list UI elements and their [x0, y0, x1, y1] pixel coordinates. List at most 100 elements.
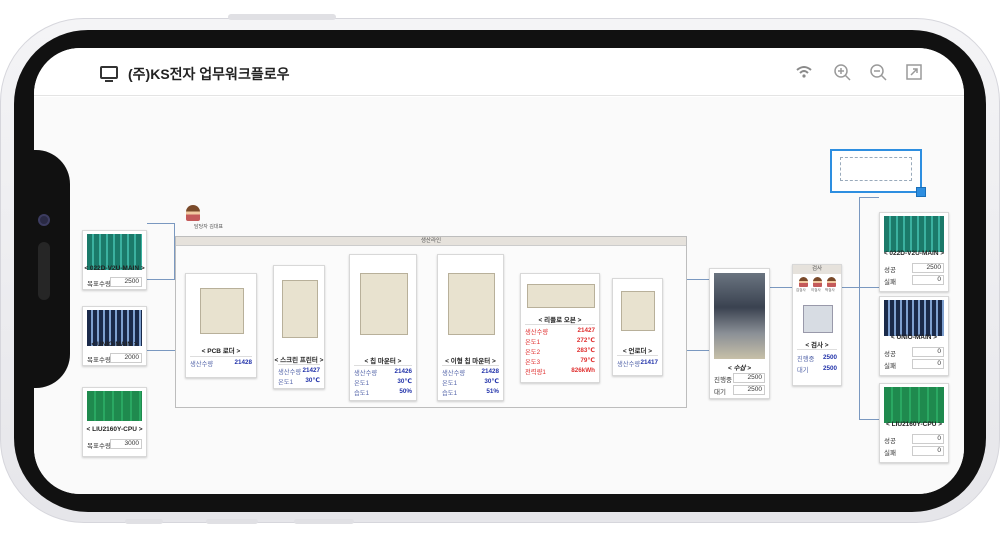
output-card-liu2160y[interactable]: < LIU2160Y-CPU > 성공 0 실패 0	[879, 383, 949, 463]
input-card-022d[interactable]: < 022D-V2U-MAIN > 목표수량 2500	[82, 230, 147, 290]
stat-key: 습도1	[354, 390, 370, 397]
stat-row: 대기 2500	[714, 385, 765, 396]
stat-row: 습도1 50%	[354, 388, 412, 397]
inspector-avatar[interactable]	[827, 277, 836, 287]
machine-reflow-oven[interactable]: < 리플로 오븐 > 생산수량 21427 온도1 272℃ 온도2 283℃ 온도3…	[520, 273, 600, 383]
row-key: 성공	[884, 438, 896, 445]
divider	[354, 365, 412, 366]
row-key: 실패	[884, 279, 896, 286]
connector-line	[770, 287, 792, 288]
stat-value: 51%	[486, 388, 499, 395]
stat-key: 대기	[714, 389, 726, 396]
stat-row: 생산수량 21428	[190, 359, 252, 368]
inspection-station[interactable]: 검사 김검사 이검사 박검사 < 검사 > 진행중 2500 대기 2500	[792, 264, 842, 386]
expand-icon[interactable]	[904, 62, 924, 82]
row-key: 목표수량	[87, 281, 111, 288]
camera-icon	[38, 214, 50, 226]
machine-label: < 언로더 >	[622, 348, 653, 355]
side-button	[294, 519, 354, 524]
stat-row: 온도1 30℃	[278, 377, 320, 386]
target-row: 목표수량 2500	[87, 277, 142, 288]
minimap-viewport[interactable]	[830, 149, 926, 197]
machine-image	[448, 273, 495, 335]
machine-image	[200, 288, 244, 334]
machine-pcb-loader[interactable]: < PCB 로더 > 생산수량 21428	[185, 273, 257, 378]
row-value: 2500	[110, 277, 142, 287]
stat-key: 생산수량	[278, 369, 302, 376]
zoom-in-icon[interactable]	[832, 62, 852, 82]
row-key: 성공	[884, 267, 896, 274]
stat-row: 습도1 51%	[442, 388, 499, 397]
row-key: 실패	[884, 363, 896, 370]
row-value: 0	[912, 275, 944, 285]
station-label: < 수삽 >	[727, 365, 752, 372]
result-row: 성공 2500	[884, 263, 944, 274]
pcb-image	[87, 391, 142, 421]
machine-odd-chip-mounter[interactable]: < 이형 칩 마운터 > 생산수량 21428 온도1 30℃ 습도1 51%	[437, 254, 504, 401]
machine-label: < 이형 칩 마운터 >	[445, 358, 496, 365]
divider	[525, 324, 595, 325]
station-label: < 검사 >	[805, 342, 829, 349]
row-value: 3000	[110, 439, 142, 449]
inspector-avatar[interactable]	[799, 277, 808, 287]
stat-row: 대기 2500	[797, 365, 837, 374]
inspection-title: 검사	[793, 265, 841, 274]
target-row: 목표수량 3000	[87, 439, 142, 450]
wifi-icon[interactable]	[794, 62, 814, 82]
stat-value: 21428	[481, 368, 499, 375]
row-value: 0	[912, 434, 944, 444]
stat-row: 생산수량 21428	[442, 368, 499, 377]
inspector-name: 박검사	[825, 288, 835, 292]
app-header: (주)KS전자 업무워크플로우	[34, 48, 964, 96]
machine-image	[621, 291, 655, 331]
stat-value: 21417	[640, 359, 658, 366]
divider	[797, 349, 837, 350]
output-card-unio[interactable]: < UNIO-MAIN > 성공 0 실패 0	[879, 296, 949, 376]
row-value: 0	[912, 446, 944, 456]
monitor-icon	[100, 66, 118, 82]
speaker-grille	[38, 242, 50, 300]
avatar-caption: 담당자 김대표	[194, 224, 223, 230]
connector-line	[147, 223, 175, 224]
divider	[442, 365, 499, 366]
machine-chip-mounter[interactable]: < 칩 마운터 > 생산수량 21426 온도1 30℃ 습도1 50%	[349, 254, 417, 401]
zoom-out-icon[interactable]	[868, 62, 888, 82]
manager-avatar[interactable]	[186, 205, 200, 221]
manual-insertion-station[interactable]: < 수삽 > 진행중 2500 대기 2500	[709, 268, 770, 399]
machine-unloader[interactable]: < 언로더 > 생산수량 21417	[612, 278, 663, 376]
stat-row: 온도1 272℃	[525, 337, 595, 346]
input-card-unio[interactable]: < UNIO-MAIN > 목표수량 2000	[82, 306, 147, 366]
target-row: 목표수량 2000	[87, 353, 142, 364]
connector-line	[842, 287, 860, 288]
divider	[190, 356, 252, 357]
input-card-liu2160y[interactable]: < LIU2160Y-CPU > 목표수량 3000	[82, 387, 147, 457]
connector-line	[859, 197, 879, 198]
machine-label: < PCB 로더 >	[201, 348, 241, 355]
machine-label: < 칩 마운터 >	[364, 358, 402, 365]
machine-screen-printer[interactable]: < 스크린 프린터 > 생산수량 21427 온도1 30℃	[273, 265, 325, 389]
row-key: 성공	[884, 351, 896, 358]
inspector-avatar[interactable]	[813, 277, 822, 287]
output-card-022d[interactable]: < 022D-V2U-MAIN > 성공 2500 실패 0	[879, 212, 949, 292]
minimap-resize-handle[interactable]	[916, 187, 926, 197]
pcb-image	[884, 387, 944, 423]
stat-value: 2500	[822, 354, 837, 361]
stat-key: 전력량1	[525, 369, 546, 376]
result-row: 실패 0	[884, 446, 944, 457]
stat-value: 826kWh	[571, 367, 595, 374]
stat-key: 온도1	[442, 380, 458, 387]
inspector-name: 김검사	[796, 288, 806, 292]
pcb-image	[884, 300, 944, 336]
stat-row: 온도1 30℃	[354, 378, 412, 387]
result-row: 실패 0	[884, 359, 944, 370]
group-title: 생산라인	[176, 237, 686, 246]
stat-key: 온도1	[354, 380, 370, 387]
stat-key: 생산수량	[190, 361, 214, 368]
result-row: 성공 0	[884, 434, 944, 445]
pcb-image	[884, 216, 944, 252]
workflow-canvas[interactable]: < 022D-V2U-MAIN > 목표수량 2500 < UNIO-MAIN …	[34, 97, 964, 494]
machine-image	[282, 280, 318, 338]
row-value: 2500	[912, 263, 944, 273]
divider	[617, 355, 658, 356]
factory-photo	[714, 273, 765, 359]
